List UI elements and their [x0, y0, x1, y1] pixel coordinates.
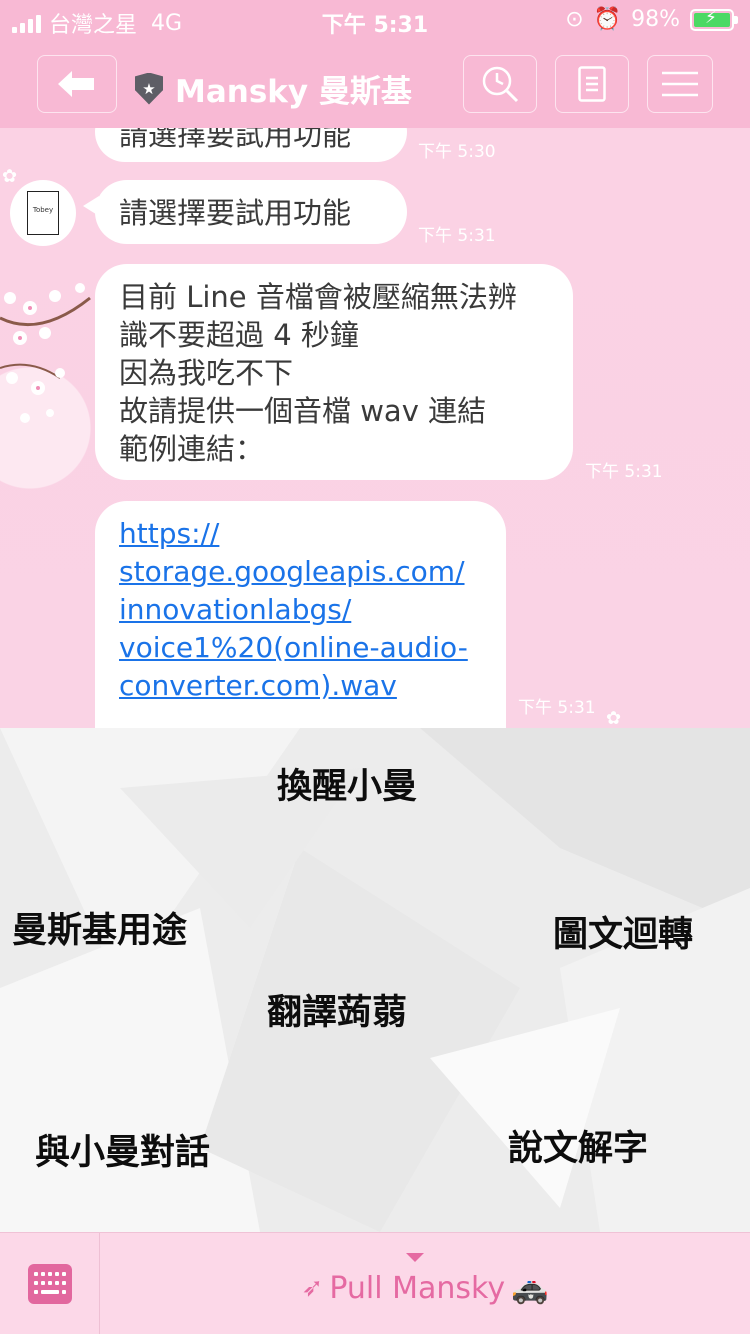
link-line[interactable]: innovationlabgs/	[119, 591, 482, 629]
caret-down-icon	[406, 1253, 424, 1262]
link-line[interactable]: voice1%20(online-audio-	[119, 629, 482, 667]
message-text-line: 因為我吃不下	[119, 356, 294, 390]
avatar-image: Tobey	[27, 191, 59, 235]
back-arrow-icon	[58, 71, 94, 97]
link-line[interactable]: converter.com).wav	[119, 667, 482, 705]
rich-menu: 換醒小曼 曼斯基用途 圖文迴轉 翻譯蒟蒻 說文解字 與小曼對話	[0, 728, 750, 1232]
rich-menu-label-text: Pull Mansky	[329, 1270, 506, 1306]
bottom-bar: ➶ Pull Mansky 🚓	[0, 1232, 750, 1334]
rocket-icon: ➶	[301, 1273, 324, 1303]
message-time: 下午 5:31	[585, 462, 663, 482]
message-bubble[interactable]: 目前 Line 音檔會被壓縮無法辨 識不要超過 4 秒鐘 因為我吃不下 故請提供…	[95, 264, 573, 480]
rotation-lock-icon: ⊙	[565, 7, 584, 32]
message-time: 下午 5:30	[418, 142, 496, 162]
chat-area[interactable]: ✿ ✿ 請選擇要試用功能 下午 5:30 Tobey 請選擇要試用功能 下午 5…	[0, 128, 750, 728]
status-right: ⊙ ⏰ 98% ⚡	[565, 7, 738, 32]
note-icon	[578, 66, 606, 102]
rich-menu-toggle[interactable]: ➶ Pull Mansky 🚓	[100, 1233, 750, 1334]
link-line[interactable]: storage.googleapis.com/	[119, 553, 482, 591]
message-time: 下午 5:31	[518, 698, 596, 718]
message-bubble[interactable]: 請選擇要試用功能	[83, 180, 407, 244]
message-bubble[interactable]: 請選擇要試用功能	[95, 128, 407, 162]
link-message-bubble[interactable]: https:// storage.googleapis.com/ innovat…	[95, 501, 506, 728]
message-text-line: 目前 Line 音檔會被壓縮無法辨	[119, 280, 517, 314]
message-text-line: 範例連結：	[119, 432, 265, 466]
battery-icon: ⚡	[690, 8, 738, 31]
alarm-icon: ⏰	[593, 7, 622, 32]
message-text-line: 故請提供一個音檔 wav 連結	[119, 394, 487, 428]
cherry-blossom-decoration	[0, 283, 91, 423]
menu-item-wake[interactable]: 換醒小曼	[277, 758, 417, 809]
menu-button[interactable]	[647, 55, 713, 113]
rich-menu-label: ➶ Pull Mansky 🚓	[302, 1271, 549, 1306]
link-line[interactable]: https://	[119, 515, 482, 553]
message-time: 下午 5:31	[418, 226, 496, 246]
bot-avatar[interactable]: Tobey	[10, 180, 76, 246]
menu-item-image-text[interactable]: 圖文迴轉	[553, 906, 693, 957]
hamburger-icon	[662, 71, 698, 97]
blossom-icon: ✿	[606, 708, 622, 728]
blossom-icon: ✿	[2, 166, 18, 187]
message-text: 請選擇要試用功能	[119, 128, 352, 152]
menu-item-chat[interactable]: 與小曼對話	[35, 1124, 210, 1175]
search-clock-icon	[482, 66, 519, 103]
message-text-line: 識不要超過 4 秒鐘	[119, 318, 359, 352]
chat-title-text: Mansky 曼斯基	[175, 74, 412, 110]
status-bar: 台灣之星 4G 下午 5:31 ⊙ ⏰ 98% ⚡	[0, 0, 750, 40]
chat-header: ★ Mansky 曼斯基	[0, 40, 750, 128]
search-button[interactable]	[463, 55, 537, 113]
keyboard-icon[interactable]	[28, 1264, 72, 1304]
back-button[interactable]	[37, 55, 117, 113]
official-badge-icon: ★	[135, 72, 163, 105]
menu-item-purpose[interactable]: 曼斯基用途	[12, 902, 187, 953]
police-car-icon: 🚓	[511, 1270, 549, 1306]
battery-percent: 98%	[631, 7, 680, 32]
chat-title: ★ Mansky 曼斯基	[135, 66, 412, 111]
keyboard-toggle-area[interactable]	[0, 1233, 100, 1334]
menu-item-explain[interactable]: 說文解字	[508, 1120, 648, 1171]
menu-item-translate[interactable]: 翻譯蒟蒻	[267, 984, 407, 1035]
notes-button[interactable]	[555, 55, 629, 113]
message-text: 請選擇要試用功能	[119, 196, 352, 230]
